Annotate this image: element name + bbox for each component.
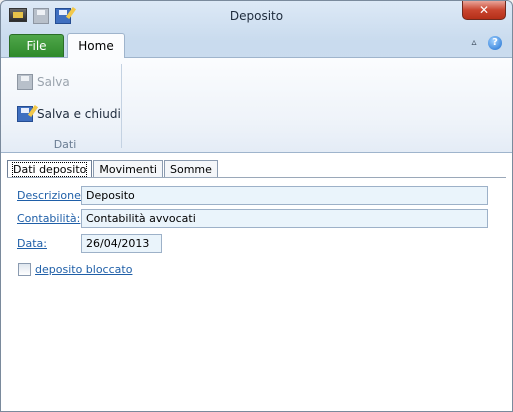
form-content: Dati deposito Movimenti Somme Descrizion… [1,153,512,411]
ribbon-panel: Salva Salva e chiudi Dati [1,57,512,153]
deposito-bloccato-row[interactable]: deposito bloccato [18,263,132,276]
deposito-bloccato-checkbox[interactable] [18,263,31,276]
descrizione-row: Descrizione: Deposito [17,186,488,205]
save-and-close-label: Salva e chiudi [37,107,121,121]
date-field[interactable]: 26/04/2013 [81,234,162,253]
save-icon [17,74,33,90]
close-button[interactable]: ✕ [462,1,506,20]
save-button[interactable]: Salva [17,74,70,90]
collapse-ribbon-icon[interactable]: ▵ [468,37,480,49]
tab-dati-deposito[interactable]: Dati deposito [7,160,93,178]
save-button-label: Salva [37,75,70,89]
data-label: Data: [17,237,47,250]
tab-somme[interactable]: Somme [164,160,218,178]
window-title: Deposito [229,9,284,23]
contabilita-row: Contabilità: Contabilità avvocati [17,209,488,228]
tab-divider [7,177,506,178]
descrizione-label: Descrizione: [17,189,85,202]
ribbon-group-dati: Salva Salva e chiudi Dati [9,64,122,151]
tab-label: Somme [170,163,212,176]
group-label: Dati [53,138,77,151]
contabilita-label: Contabilità: [17,212,81,225]
tab-home[interactable]: Home [67,33,125,58]
data-row: Data: 26/04/2013 [17,234,162,253]
descrizione-field[interactable]: Deposito [81,186,488,205]
ribbon-tab-row: File Home ▵ ? [1,31,512,58]
help-icon[interactable]: ? [488,36,502,50]
tab-label: Dati deposito [11,162,88,177]
title-bar: Deposito ✕ [1,1,512,31]
application-window: Deposito ✕ File Home ▵ ? Salva Salva e c… [0,0,513,412]
contabilita-field[interactable]: Contabilità avvocati [81,209,488,228]
save-close-icon [17,106,33,122]
tab-label: Movimenti [99,163,157,176]
save-and-close-button[interactable]: Salva e chiudi [17,106,121,122]
tab-file[interactable]: File [9,34,64,57]
tab-movimenti[interactable]: Movimenti [93,160,163,178]
content-tabs: Dati deposito Movimenti Somme [7,160,219,178]
deposito-bloccato-label: deposito bloccato [35,263,133,276]
